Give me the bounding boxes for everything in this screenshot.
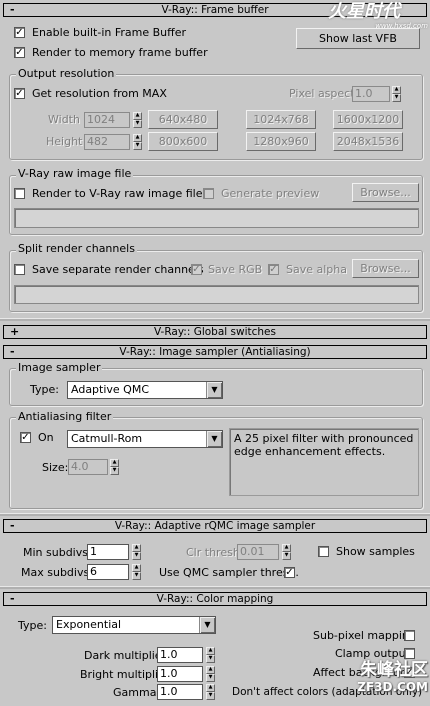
watermark-text: 火星时代 xyxy=(328,1,400,22)
generate-preview-checkbox[interactable] xyxy=(203,188,214,199)
aa-on-label: On xyxy=(38,431,54,444)
watermark-text: 朱峰社区 xyxy=(360,660,428,680)
dark-multiplier-spinner[interactable]: ▲ ▼ xyxy=(206,647,215,663)
generate-preview-label: Generate preview xyxy=(221,187,320,200)
width-label: Width xyxy=(48,113,80,126)
color-mapping-type-label: Type: xyxy=(18,619,47,632)
min-subdivs-label: Min subdivs: xyxy=(23,546,92,559)
filter-size-spinner[interactable]: ▲ ▼ xyxy=(110,459,119,475)
save-alpha-label: Save alpha xyxy=(286,263,347,276)
split-path-field[interactable] xyxy=(14,285,419,304)
gamma-spinner[interactable]: ▲ ▼ xyxy=(206,684,215,700)
clr-thresh-label: Clr thresh: xyxy=(186,546,244,559)
preset-800x600-button[interactable]: 800x600 xyxy=(148,132,218,151)
show-samples-checkbox[interactable] xyxy=(318,546,329,557)
pixel-aspect-spinner[interactable]: ▲ ▼ xyxy=(392,86,401,102)
aa-filter-dropdown[interactable]: Catmull-Rom ▼ xyxy=(67,430,223,448)
image-sampler-group-label: Image sampler xyxy=(16,361,103,374)
preset-1024x768-button[interactable]: 1024x768 xyxy=(246,110,316,129)
watermark-url: ZF3D.COM xyxy=(357,680,428,694)
raw-image-label: V-Ray raw image file xyxy=(16,167,134,180)
max-subdivs-field[interactable]: 6 xyxy=(87,564,129,580)
save-alpha-checkbox[interactable]: ✓ xyxy=(268,264,279,275)
rollout-image-sampler-header[interactable]: - V-Ray:: Image sampler (Antialiasing) xyxy=(3,345,427,359)
gamma-label: Gamma: xyxy=(113,686,161,699)
preset-2048x1536-button[interactable]: 2048x1536 xyxy=(333,132,403,151)
dark-multiplier-field[interactable]: 1.0 xyxy=(157,647,203,663)
clamp-output-label: Clamp output xyxy=(335,647,410,660)
preset-640x480-button[interactable]: 640x480 xyxy=(148,110,218,129)
height-field[interactable]: 482 xyxy=(84,134,130,150)
preset-1600x1200-button[interactable]: 1600x1200 xyxy=(333,110,403,129)
save-separate-checkbox[interactable] xyxy=(14,264,25,275)
color-mapping-type-value: Exponential xyxy=(56,618,122,631)
dropdown-arrow-icon: ▼ xyxy=(206,382,222,398)
get-resolution-checkbox[interactable]: ✓ xyxy=(14,88,25,99)
render-to-raw-checkbox[interactable] xyxy=(14,188,25,199)
subpixel-mapping-checkbox[interactable] xyxy=(404,630,415,641)
rollout-title: V-Ray:: Color mapping xyxy=(156,593,274,605)
render-to-memory-label: Render to memory frame buffer xyxy=(32,46,208,59)
antialiasing-filter-label: Antialiasing filter xyxy=(16,410,114,423)
raw-path-field[interactable] xyxy=(14,208,419,228)
rollout-color-mapping-header[interactable]: - V-Ray:: Color mapping xyxy=(3,592,427,606)
color-mapping-type-dropdown[interactable]: Exponential ▼ xyxy=(52,616,216,634)
subpixel-mapping-label: Sub-pixel mapping xyxy=(313,629,416,642)
split-browse-button[interactable]: Browse... xyxy=(352,259,419,278)
preset-1280x960-button[interactable]: 1280x960 xyxy=(246,132,316,151)
filter-size-label: Size: xyxy=(42,461,69,474)
output-resolution-label: Output resolution xyxy=(16,67,117,80)
use-qmc-thresh-label: Use QMC sampler thresh. xyxy=(159,566,299,579)
pixel-aspect-field[interactable]: 1.0 xyxy=(352,86,390,102)
save-separate-label: Save separate render channels xyxy=(32,263,204,276)
watermark-zf3d: 朱峰社区 ZF3D.COM xyxy=(318,660,428,704)
use-qmc-thresh-checkbox[interactable]: ✓ xyxy=(284,567,295,578)
rollout-global-switches-header[interactable]: + V-Ray:: Global switches xyxy=(3,325,427,339)
raw-browse-button[interactable]: Browse... xyxy=(352,183,419,202)
rollout-adaptive-qmc-header[interactable]: - V-Ray:: Adaptive rQMC image sampler xyxy=(3,519,427,533)
split-channels-label: Split render channels xyxy=(16,242,137,255)
min-subdivs-field[interactable]: 1 xyxy=(87,544,129,560)
get-resolution-label: Get resolution from MAX xyxy=(32,87,167,100)
height-spinner[interactable]: ▲ ▼ xyxy=(133,134,142,150)
max-subdivs-spinner[interactable]: ▲ ▼ xyxy=(132,564,141,580)
rollout-separator xyxy=(0,318,430,321)
render-to-raw-label: Render to V-Ray raw image file xyxy=(32,187,203,200)
bright-multiplier-spinner[interactable]: ▲ ▼ xyxy=(206,666,215,682)
width-spinner[interactable]: ▲ ▼ xyxy=(133,112,142,128)
filter-description: A 25 pixel filter with pronounced edge e… xyxy=(229,428,419,496)
save-rgb-label: Save RGB xyxy=(208,263,263,276)
min-subdivs-spinner[interactable]: ▲ ▼ xyxy=(132,544,141,560)
show-samples-label: Show samples xyxy=(336,545,415,558)
sampler-type-value: Adaptive QMC xyxy=(71,383,150,396)
width-field[interactable]: 1024 xyxy=(84,112,130,128)
rollout-separator xyxy=(0,513,430,516)
rollout-title: V-Ray:: Image sampler (Antialiasing) xyxy=(119,346,311,358)
aa-filter-value: Catmull-Rom xyxy=(71,432,143,445)
pixel-aspect-label: Pixel aspect: xyxy=(289,87,359,100)
bright-multiplier-field[interactable]: 1.0 xyxy=(157,666,203,682)
dropdown-arrow-icon: ▼ xyxy=(199,617,215,633)
aa-on-checkbox[interactable]: ✓ xyxy=(20,432,31,443)
sampler-type-dropdown[interactable]: Adaptive QMC ▼ xyxy=(67,381,223,399)
height-label: Height xyxy=(46,135,83,148)
filter-size-field[interactable]: 4.0 xyxy=(68,459,108,475)
rollout-title: V-Ray:: Adaptive rQMC image sampler xyxy=(114,520,316,532)
rollout-title: V-Ray:: Global switches xyxy=(153,326,276,338)
clr-thresh-spinner[interactable]: ▲ ▼ xyxy=(282,544,291,560)
show-last-vfb-button[interactable]: Show last VFB xyxy=(296,28,420,49)
max-subdivs-label: Max subdivs: xyxy=(21,566,93,579)
dropdown-arrow-icon: ▼ xyxy=(206,431,222,447)
clamp-output-checkbox[interactable] xyxy=(404,648,415,659)
clr-thresh-field[interactable]: 0.01 xyxy=(237,544,279,560)
sampler-type-label: Type: xyxy=(30,383,59,396)
enable-builtin-fb-checkbox[interactable]: ✓ xyxy=(14,27,25,38)
save-rgb-checkbox[interactable]: ✓ xyxy=(191,264,202,275)
rollout-separator xyxy=(0,586,430,589)
enable-builtin-fb-label: Enable built-in Frame Buffer xyxy=(32,26,186,39)
gamma-field[interactable]: 1.0 xyxy=(157,684,203,700)
render-to-memory-checkbox[interactable]: ✓ xyxy=(14,47,25,58)
